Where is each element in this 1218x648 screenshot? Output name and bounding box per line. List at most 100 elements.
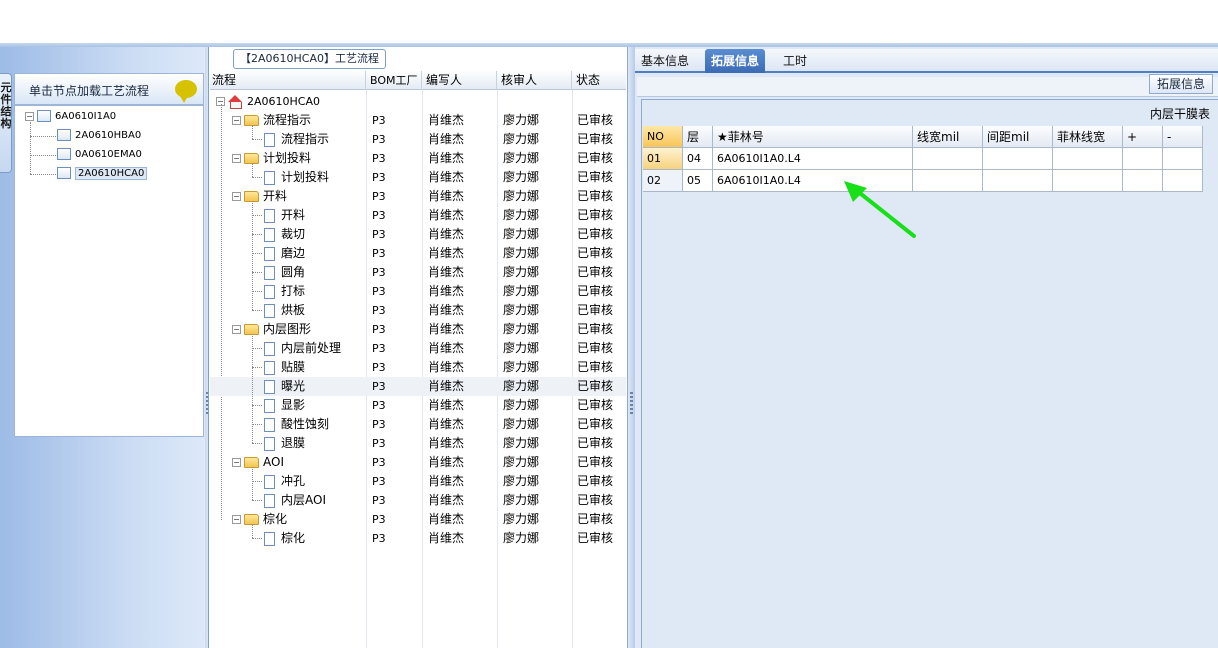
tab-work-hours[interactable]: 工时 (777, 49, 813, 73)
process-step-row[interactable]: 内层前处理 P3 肖维杰 廖力娜 已审核 (210, 339, 626, 358)
process-step-row[interactable]: 磨边 P3 肖维杰 廖力娜 已审核 (210, 244, 626, 263)
extended-info-button[interactable]: 拓展信息 (1149, 74, 1213, 94)
col-spacing-header[interactable]: 间距mil (983, 126, 1053, 148)
row-label: 棕化 (263, 512, 288, 526)
side-tab-structure[interactable]: 元件结构 (0, 73, 12, 173)
col-header-writer[interactable]: 编写人 (422, 71, 497, 90)
load-flow-header[interactable]: 单击节点加载工艺流程 (14, 73, 204, 105)
writer-cell: 肖维杰 (428, 360, 465, 374)
page-icon (264, 436, 275, 451)
col-header-flow[interactable]: 流程 (210, 71, 366, 90)
root-label: 2A0610HCA0 (247, 95, 320, 108)
tree-node-child-selected[interactable]: 2A0610HCA0 (57, 166, 148, 182)
writer-cell: 肖维杰 (428, 151, 465, 165)
writer-cell: 肖维杰 (428, 322, 465, 336)
process-group-row[interactable]: − 内层图形 P3 肖维杰 廖力娜 已审核 (210, 320, 626, 339)
col-film-no-header[interactable]: ★菲林号 (713, 126, 913, 148)
tree-root-row[interactable]: −2A0610HCA0 (210, 92, 626, 111)
tree-node-child[interactable]: 0A0610EMA0 (57, 147, 142, 163)
detail-tabs: 基本信息 拓展信息 工时 (635, 49, 1218, 73)
tab-extended-info[interactable]: 拓展信息 (705, 49, 766, 73)
cell-line-width[interactable] (913, 170, 983, 192)
col-header-status[interactable]: 状态 (572, 71, 626, 90)
process-group-row[interactable]: − 棕化 P3 肖维杰 廖力娜 已审核 (210, 510, 626, 529)
page-icon (264, 398, 275, 413)
process-step-row[interactable]: 显影 P3 肖维杰 廖力娜 已审核 (210, 396, 626, 415)
process-step-row[interactable]: 圆角 P3 肖维杰 廖力娜 已审核 (210, 263, 626, 282)
collapse-icon[interactable]: − (232, 458, 241, 467)
collapse-icon[interactable]: − (232, 154, 241, 163)
status-cell: 已审核 (577, 246, 614, 260)
process-step-row[interactable]: 计划投料 P3 肖维杰 廖力娜 已审核 (210, 168, 626, 187)
tree-node-root[interactable]: − 6A0610I1A0 (25, 109, 116, 125)
status-cell: 已审核 (577, 113, 614, 127)
bom-cell: P3 (372, 209, 386, 222)
reviewer-cell: 廖力娜 (503, 531, 540, 545)
status-cell: 已审核 (577, 170, 614, 184)
row-label: 曝光 (281, 379, 306, 393)
process-step-row[interactable]: 烘板 P3 肖维杰 廖力娜 已审核 (210, 301, 626, 320)
status-cell: 已审核 (577, 360, 614, 374)
reviewer-cell: 廖力娜 (503, 246, 540, 260)
process-step-row[interactable]: 打标 P3 肖维杰 廖力娜 已审核 (210, 282, 626, 301)
collapse-icon[interactable]: − (232, 116, 241, 125)
process-step-row[interactable]: 内层AOI P3 肖维杰 廖力娜 已审核 (210, 491, 626, 510)
collapse-icon[interactable]: − (232, 192, 241, 201)
cell-spacing[interactable] (983, 148, 1053, 170)
col-no-header[interactable]: NO (643, 126, 683, 148)
process-step-row[interactable]: 冲孔 P3 肖维杰 廖力娜 已审核 (210, 472, 626, 491)
writer-cell: 肖维杰 (428, 189, 465, 203)
collapse-icon[interactable]: − (232, 515, 241, 524)
col-line-width-header[interactable]: 线宽mil (913, 126, 983, 148)
cell-film-line-width[interactable] (1053, 148, 1123, 170)
green-arrow-annotation (844, 181, 916, 238)
cell-remove[interactable] (1163, 170, 1203, 192)
process-group-row[interactable]: − AOI P3 肖维杰 廖力娜 已审核 (210, 453, 626, 472)
cell-layer[interactable]: 04 (683, 148, 713, 170)
process-step-row[interactable]: 棕化 P3 肖维杰 廖力娜 已审核 (210, 529, 626, 548)
row-label: AOI (263, 455, 284, 469)
cell-line-width[interactable] (913, 148, 983, 170)
process-step-row[interactable]: 曝光 P3 肖维杰 廖力娜 已审核 (210, 377, 626, 396)
process-group-row[interactable]: − 流程指示 P3 肖维杰 廖力娜 已审核 (210, 111, 626, 130)
right-splitter[interactable] (627, 47, 635, 648)
writer-cell: 肖维杰 (428, 474, 465, 488)
col-header-bom[interactable]: BOM工厂 (366, 71, 422, 90)
reviewer-cell: 廖力娜 (503, 474, 540, 488)
process-step-row[interactable]: 贴膜 P3 肖维杰 廖力娜 已审核 (210, 358, 626, 377)
cell-add[interactable] (1123, 170, 1163, 192)
status-cell: 已审核 (577, 455, 614, 469)
process-group-row[interactable]: − 开料 P3 肖维杰 廖力娜 已审核 (210, 187, 626, 206)
bom-cell: P3 (372, 437, 386, 450)
cell-add[interactable] (1123, 148, 1163, 170)
cell-film-no[interactable]: 6A0610I1A0.L4 (713, 148, 913, 170)
process-step-row[interactable]: 裁切 P3 肖维杰 廖力娜 已审核 (210, 225, 626, 244)
cell-layer[interactable]: 05 (683, 170, 713, 192)
page-icon (264, 417, 275, 432)
cell-film-line-width[interactable] (1053, 170, 1123, 192)
writer-cell: 肖维杰 (428, 227, 465, 241)
process-group-row[interactable]: − 计划投料 P3 肖维杰 廖力娜 已审核 (210, 149, 626, 168)
status-cell: 已审核 (577, 208, 614, 222)
col-header-reviewer[interactable]: 核审人 (497, 71, 572, 90)
tab-basic-info[interactable]: 基本信息 (635, 49, 695, 73)
collapse-icon[interactable]: − (232, 325, 241, 334)
tree-node-child[interactable]: 2A0610HBA0 (57, 128, 141, 144)
process-step-row[interactable]: 开料 P3 肖维杰 廖力娜 已审核 (210, 206, 626, 225)
page-icon (264, 493, 275, 508)
col-remove-header[interactable]: - (1163, 126, 1203, 148)
col-layer-header[interactable]: 层 (683, 126, 713, 148)
process-step-row[interactable]: 流程指示 P3 肖维杰 廖力娜 已审核 (210, 130, 626, 149)
collapse-icon[interactable]: − (25, 111, 34, 121)
document-icon (57, 148, 71, 160)
col-add-header[interactable]: + (1123, 126, 1163, 148)
col-film-line-width-header[interactable]: 菲林线宽 (1053, 126, 1123, 148)
row-label: 流程指示 (263, 113, 312, 127)
cell-spacing[interactable] (983, 170, 1053, 192)
structure-tree: − 6A0610I1A0 2A0610HBA0 0A0610EMA0 2A0610… (14, 105, 204, 437)
top-blank-area (0, 0, 1218, 44)
process-step-row[interactable]: 酸性蚀刻 P3 肖维杰 廖力娜 已审核 (210, 415, 626, 434)
cell-remove[interactable] (1163, 148, 1203, 170)
reviewer-cell: 廖力娜 (503, 265, 540, 279)
process-step-row[interactable]: 退膜 P3 肖维杰 廖力娜 已审核 (210, 434, 626, 453)
